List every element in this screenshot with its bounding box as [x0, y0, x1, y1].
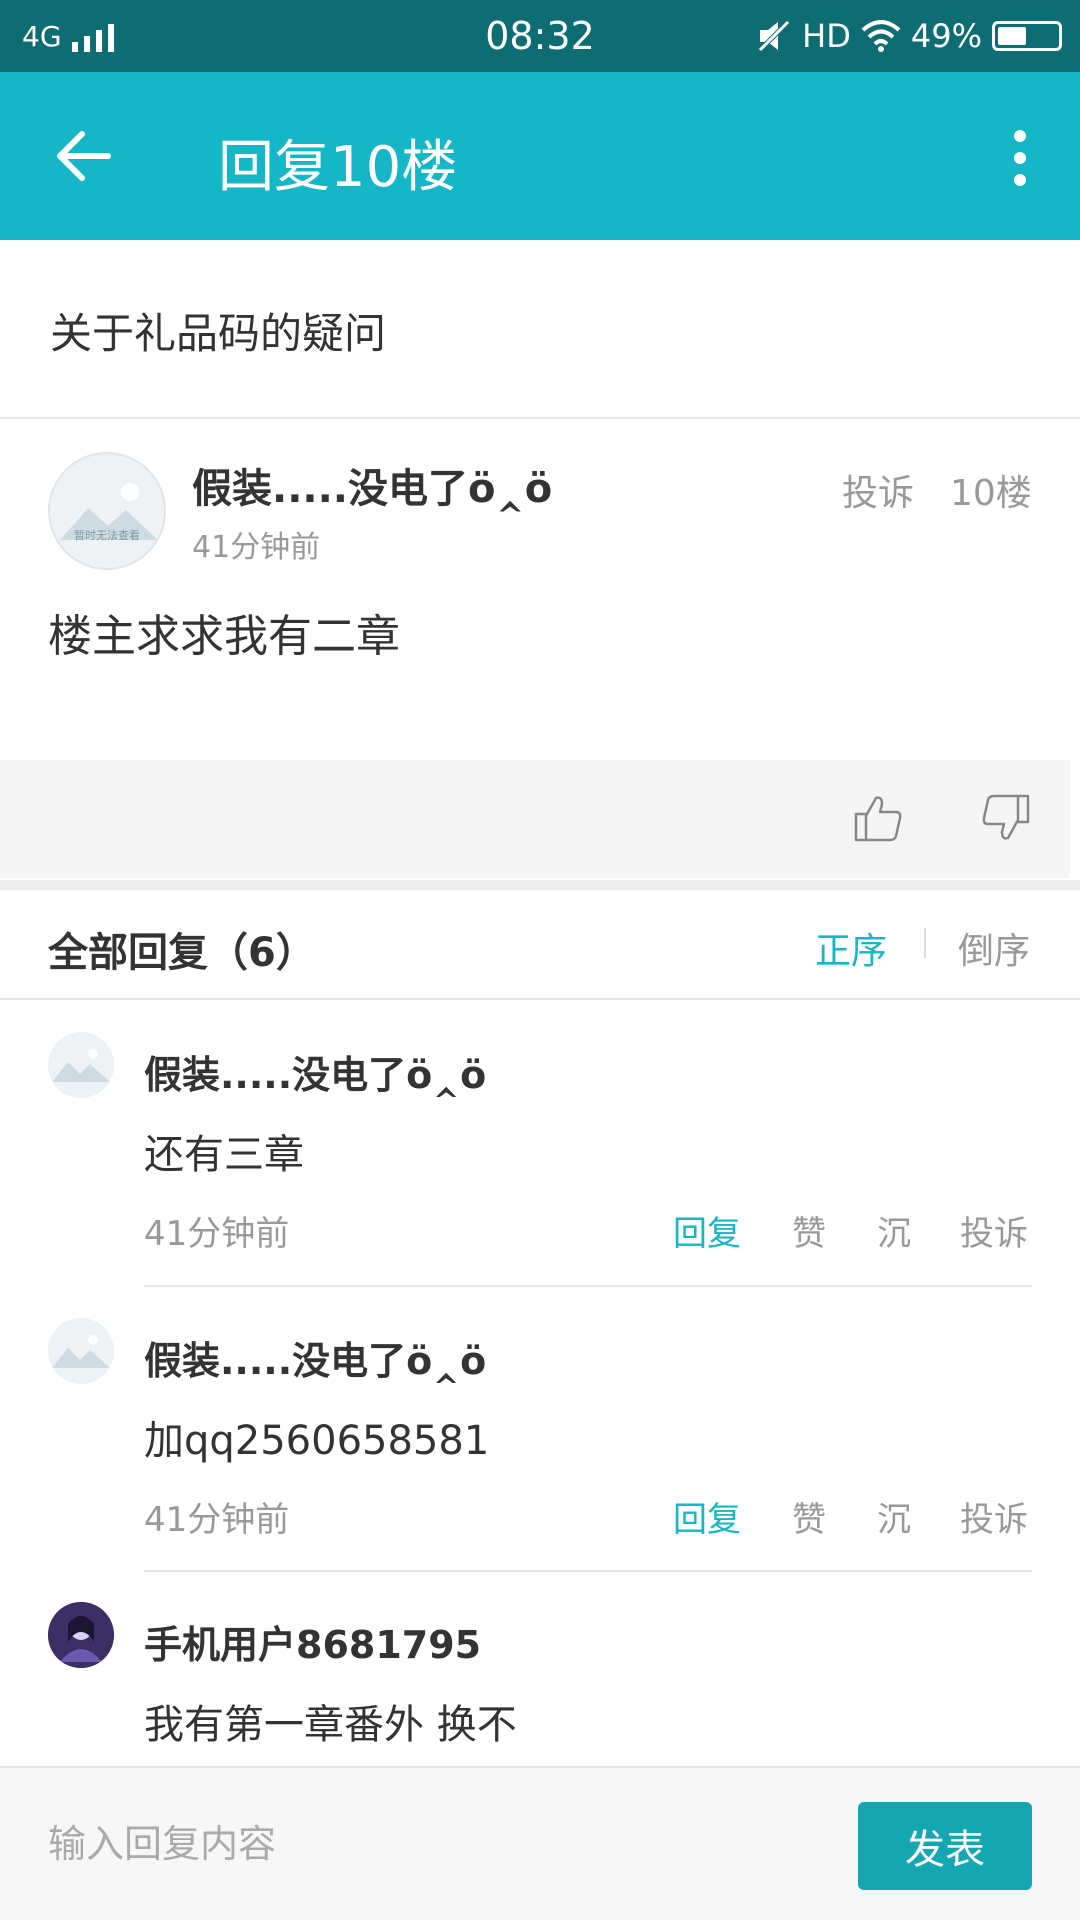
image-placeholder-icon — [52, 1049, 110, 1082]
report-button[interactable]: 投诉 — [960, 1206, 1028, 1255]
more-vertical-icon[interactable] — [1008, 126, 1032, 190]
user-photo-icon — [48, 1602, 114, 1668]
reply-avatar[interactable] — [48, 1602, 114, 1668]
reply-divider — [144, 1570, 1032, 1572]
reply-author-name[interactable]: 手机用户8681795 — [144, 1614, 481, 1669]
post-author-avatar[interactable]: 暂时无法查看 — [48, 452, 166, 570]
like-button[interactable]: 赞 — [792, 1492, 826, 1541]
post-report-button[interactable]: 投诉 — [842, 464, 914, 516]
divider — [0, 998, 1080, 1000]
back-arrow-icon[interactable] — [52, 124, 116, 188]
replies-count-heading: 全部回复（6） — [48, 930, 316, 976]
reply-body: 我有第一章番外 换不 — [144, 1702, 517, 1748]
reply-divider — [144, 1285, 1032, 1287]
post-author-name[interactable]: 假装.....没电了ö‸ö — [192, 456, 552, 514]
reply-author-name[interactable]: 假装.....没电了ö‸ö — [144, 1330, 486, 1385]
sort-ascending-tab[interactable]: 正序 — [815, 922, 887, 974]
reply-avatar[interactable] — [48, 1318, 114, 1384]
reply-time: 41分钟前 — [144, 1214, 290, 1254]
battery-percent: 49% — [910, 17, 982, 55]
battery-icon — [992, 21, 1062, 51]
topic-title[interactable]: 关于礼品码的疑问 — [50, 300, 386, 361]
post-action-bar — [0, 760, 1070, 878]
wifi-icon — [861, 20, 901, 52]
reply-input[interactable] — [48, 1816, 808, 1872]
reply-body: 还有三章 — [144, 1132, 304, 1178]
battery-level — [998, 27, 1026, 45]
thumbs-down-icon[interactable] — [980, 792, 1032, 844]
reply-button[interactable]: 回复 — [673, 1206, 741, 1255]
status-bar: 4G 08:32 HD 49% — [0, 0, 1080, 72]
reply-composer: 发表 — [0, 1766, 1080, 1920]
divider — [0, 417, 1080, 419]
hd-indicator: HD — [802, 17, 851, 55]
post-time: 41分钟前 — [192, 530, 321, 565]
post-floor-label: 10楼 — [950, 473, 1032, 514]
post-body: 楼主求求我有二章 — [48, 611, 400, 662]
status-right: HD 49% — [756, 16, 1062, 56]
reply-author-name[interactable]: 假装.....没电了ö‸ö — [144, 1044, 486, 1099]
sink-button[interactable]: 沉 — [877, 1206, 911, 1255]
title-bar: 回复10楼 — [0, 72, 1080, 240]
avatar-placeholder-text: 暂时无法查看 — [74, 528, 140, 542]
reply-body: 加qq2560658581 — [144, 1418, 490, 1464]
reply-avatar[interactable] — [48, 1032, 114, 1098]
mute-icon — [758, 20, 790, 52]
page-title: 回复10楼 — [218, 135, 458, 200]
sort-divider — [924, 928, 926, 958]
reply-button[interactable]: 回复 — [673, 1492, 741, 1541]
sort-descending-tab[interactable]: 倒序 — [958, 922, 1030, 974]
image-placeholder-icon — [52, 1335, 110, 1368]
sink-button[interactable]: 沉 — [877, 1492, 911, 1541]
report-button[interactable]: 投诉 — [960, 1492, 1028, 1541]
image-placeholder-icon — [60, 483, 158, 540]
reply-time: 41分钟前 — [144, 1500, 290, 1540]
section-divider — [0, 880, 1080, 890]
like-button[interactable]: 赞 — [792, 1206, 826, 1255]
send-button[interactable]: 发表 — [858, 1802, 1032, 1890]
thumbs-up-icon[interactable] — [852, 792, 904, 844]
